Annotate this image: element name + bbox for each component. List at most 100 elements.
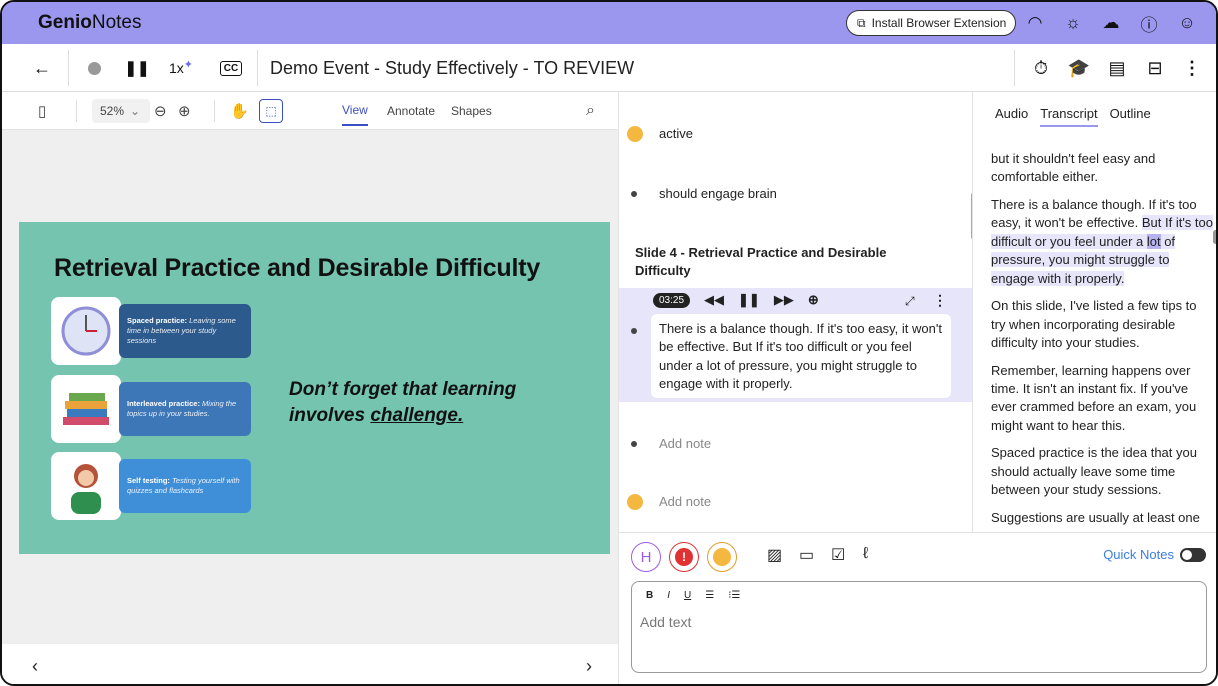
page-navigation: ‹ ›: [2, 644, 618, 684]
tab-annotate[interactable]: Annotate: [387, 92, 435, 130]
sidebar-toggle-icon[interactable]: ▯: [38, 92, 46, 130]
slide-title: Retrieval Practice and Desirable Difficu…: [54, 254, 541, 282]
bold-button[interactable]: B: [646, 590, 653, 601]
transcript-paragraph[interactable]: On this slide, I've listed a few tips to…: [991, 297, 1213, 352]
transcript-paragraph[interactable]: Remember, learning happens over time. It…: [991, 362, 1213, 436]
note-text: active: [659, 126, 693, 141]
pan-hand-icon[interactable]: ✋: [230, 92, 249, 130]
search-icon[interactable]: ⌕: [586, 92, 595, 130]
zoom-in-icon[interactable]: ⊕: [178, 92, 191, 130]
italic-button[interactable]: I: [667, 590, 670, 601]
transcript-text: but it shouldn't feel easy and comfortab…: [991, 150, 1213, 536]
slide-quote: Don’t forget that learning involves chal…: [289, 379, 517, 426]
sun-icon[interactable]: ☼: [1054, 10, 1092, 36]
expand-icon[interactable]: ⤢: [905, 294, 915, 309]
zoom-select[interactable]: 52% ⌄: [92, 99, 150, 123]
clock-image: [51, 297, 121, 365]
transcript-tabs: Audio Transcript Outline: [995, 106, 1151, 127]
tab-audio[interactable]: Audio: [995, 106, 1028, 127]
heading-button[interactable]: H: [631, 542, 661, 572]
scrollbar[interactable]: [1213, 230, 1216, 244]
pause-button[interactable]: ❚❚: [124, 44, 149, 92]
underline-button[interactable]: U: [684, 590, 691, 601]
add-note-placeholder: Add note: [659, 494, 712, 509]
toggle-switch[interactable]: [1180, 547, 1206, 562]
checkbox-icon[interactable]: ☑: [831, 545, 845, 565]
tab-transcript[interactable]: Transcript: [1040, 106, 1098, 127]
app-window: GenioNotes ⧉ Install Browser Extension ◠…: [0, 0, 1218, 686]
quick-notes-toggle[interactable]: Quick Notes: [1103, 547, 1206, 562]
bullet-icon: [631, 328, 637, 334]
add-circle-icon[interactable]: ⊕: [808, 292, 819, 308]
help-icon[interactable]: ⓘ: [1130, 10, 1168, 36]
numbered-list-button[interactable]: ⁝☰: [728, 590, 740, 601]
bullet-icon: [631, 441, 637, 447]
app-logo: GenioNotes: [38, 12, 142, 33]
zoom-out-icon[interactable]: ⊖: [154, 92, 167, 130]
rewind-icon[interactable]: ◀◀: [704, 292, 724, 308]
captions-button[interactable]: CC: [218, 44, 244, 92]
app-header: GenioNotes ⧉ Install Browser Extension ◠…: [2, 2, 1216, 44]
document-title[interactable]: Demo Event - Study Effectively - TO REVI…: [270, 44, 634, 92]
transcript-panel: Audio Transcript Outline but it shouldn'…: [972, 92, 1216, 532]
transcript-paragraph[interactable]: but it shouldn't feel easy and comfortab…: [991, 150, 1213, 187]
account-icon[interactable]: ☺: [1168, 10, 1206, 36]
image-icon[interactable]: ▨: [767, 545, 782, 565]
forward-icon[interactable]: ▶▶: [774, 292, 794, 308]
more-options-icon[interactable]: ⋮: [1180, 44, 1204, 92]
record-button[interactable]: [84, 44, 104, 92]
divider: [214, 100, 215, 122]
editor-placeholder: Add text: [640, 614, 692, 630]
books-image: [51, 375, 121, 443]
note-text: should engage brain: [659, 186, 777, 201]
thinking-emoji-icon: [627, 126, 643, 142]
back-arrow-icon[interactable]: ←: [28, 44, 56, 92]
transcript-paragraph[interactable]: Suggestions are usually at least one: [991, 509, 1213, 527]
player-toolbar: ← ❚❚ 1x ✦ CC Demo Event - Study Effective…: [2, 44, 1216, 92]
install-extension-label: Install Browser Extension: [871, 16, 1007, 30]
timestamp-badge[interactable]: 03:25: [653, 292, 691, 308]
layout-icon[interactable]: ⊟: [1142, 44, 1168, 92]
active-note-block[interactable]: 03:25 ◀◀ ❚❚ ▶▶ ⊕ ⤢ ⋮ There is a balance …: [619, 288, 973, 402]
tab-shapes[interactable]: Shapes: [451, 92, 492, 130]
divider: [68, 50, 69, 86]
self-testing-card: Self testing: Testing yourself with quiz…: [119, 459, 251, 513]
cloud-icon[interactable]: ☁: [1092, 10, 1130, 36]
slide-viewer: ▯ 52% ⌄ ⊖ ⊕ ✋ ⬚ View Annotate Shapes ⌕ Re…: [2, 92, 618, 684]
slide-page: Retrieval Practice and Desirable Difficu…: [19, 222, 610, 554]
next-page-icon[interactable]: ›: [586, 656, 592, 677]
document-icon[interactable]: ▤: [1104, 44, 1130, 92]
note-options-icon[interactable]: ⋮: [933, 292, 947, 309]
prev-page-icon[interactable]: ‹: [32, 656, 38, 677]
add-note-placeholder: Add note: [659, 436, 712, 451]
tab-outline[interactable]: Outline: [1110, 106, 1151, 127]
pause-icon[interactable]: ❚❚: [738, 292, 760, 308]
bullet-list-button[interactable]: ☰: [705, 590, 714, 601]
notes-panel: active should engage brain Slide 4 - Ret…: [618, 92, 977, 532]
timer-icon[interactable]: ⏱: [1028, 44, 1054, 92]
important-button[interactable]: !: [669, 542, 699, 572]
select-area-icon[interactable]: ⬚: [259, 99, 283, 123]
cast-icon[interactable]: ◠: [1016, 10, 1054, 36]
draw-icon[interactable]: ℓ: [863, 545, 868, 563]
puzzle-icon: ⧉: [857, 15, 866, 30]
viewer-toolbar: ▯ 52% ⌄ ⊖ ⊕ ✋ ⬚ View Annotate Shapes ⌕: [2, 92, 618, 130]
thinking-emoji-button[interactable]: [707, 542, 737, 572]
format-bar: B I U ☰ ⁝☰: [646, 590, 740, 601]
text-editor[interactable]: B I U ☰ ⁝☰ Add text: [631, 581, 1207, 673]
tab-view[interactable]: View: [342, 96, 368, 126]
transcript-paragraph[interactable]: Spaced practice is the idea that you sho…: [991, 444, 1213, 499]
note-player: 03:25 ◀◀ ❚❚ ▶▶ ⊕: [653, 292, 819, 308]
slide-icon[interactable]: ▭: [799, 545, 814, 565]
active-note-text[interactable]: There is a balance though. If it's too e…: [651, 314, 951, 398]
graduation-cap-icon[interactable]: 🎓: [1066, 44, 1092, 92]
divider: [76, 100, 77, 122]
slide-heading: Slide 4 - Retrieval Practice and Desirab…: [635, 245, 887, 279]
interleaved-practice-card: Interleaved practice: Mixing the topics …: [119, 382, 251, 436]
install-extension-button[interactable]: ⧉ Install Browser Extension: [846, 10, 1016, 36]
header-icons: ◠ ☼ ☁ ⓘ ☺: [1016, 10, 1206, 36]
bullet-icon: [631, 191, 637, 197]
speed-button[interactable]: 1x ✦: [166, 44, 196, 92]
transcript-paragraph[interactable]: There is a balance though. If it's too e…: [991, 196, 1213, 288]
note-editor: H ! ▨ ▭ ☑ ℓ Quick Notes B I U ☰ ⁝☰ Add t…: [618, 532, 1216, 684]
